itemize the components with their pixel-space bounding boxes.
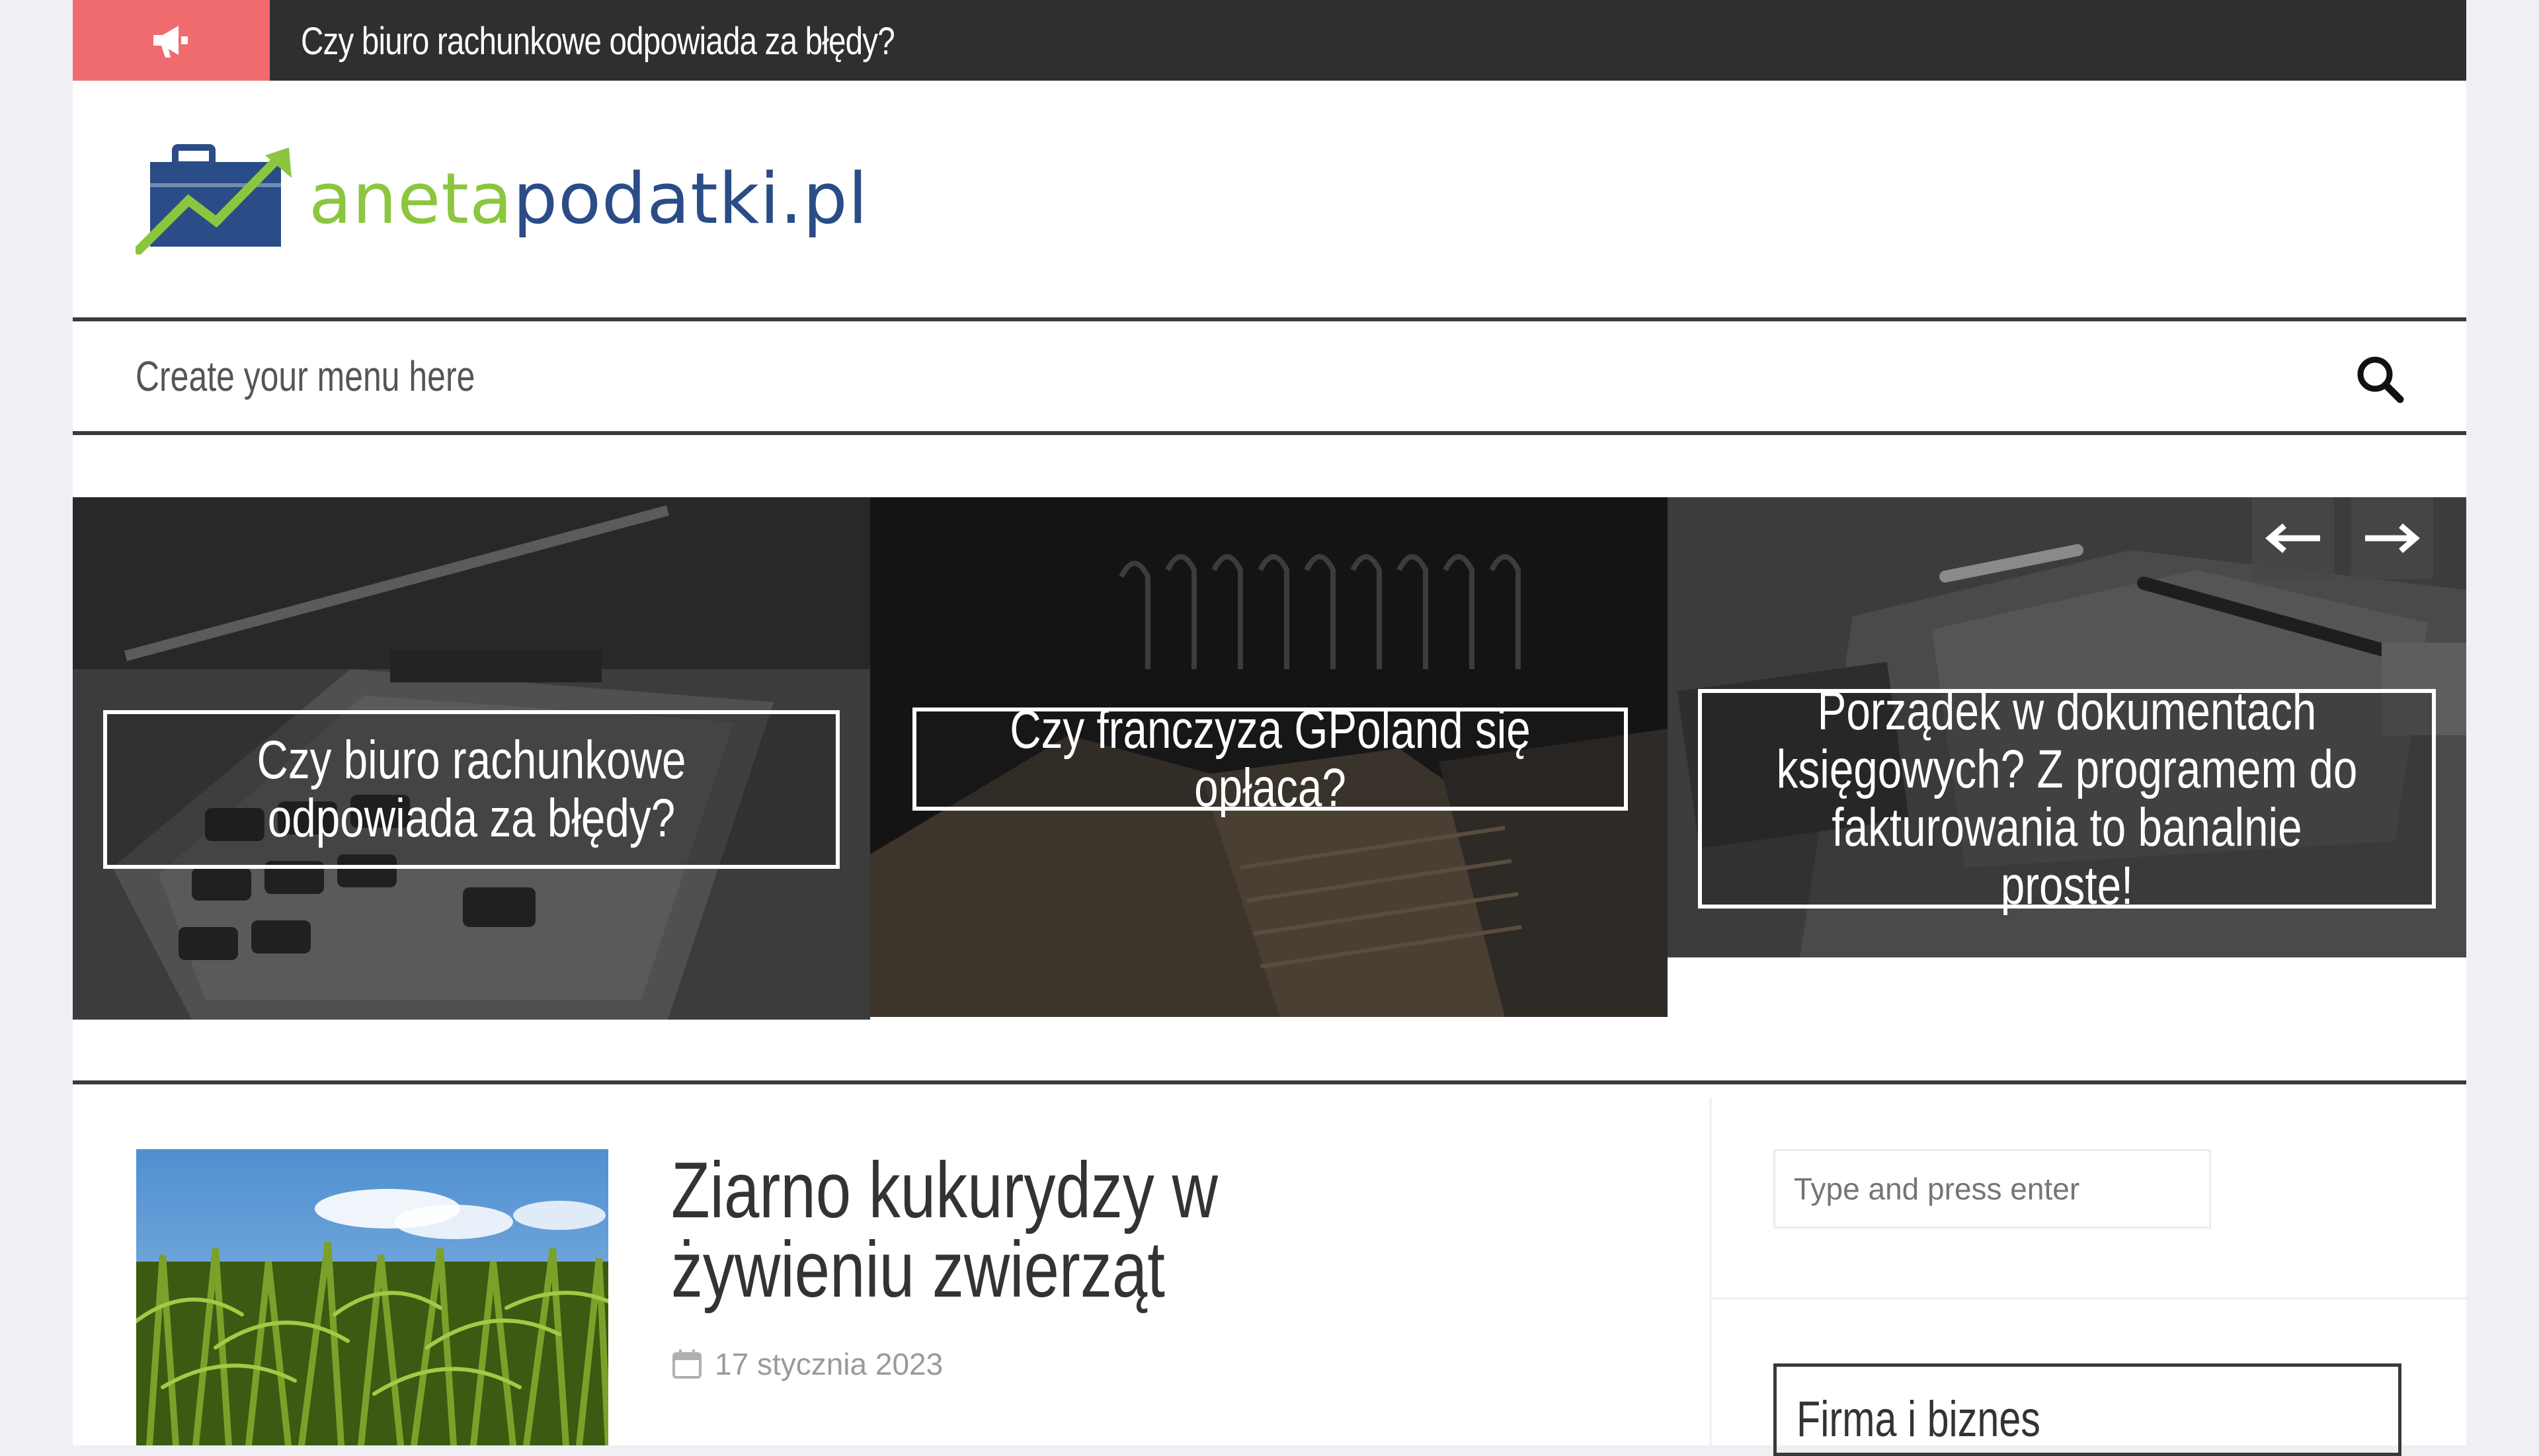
cornfield-image xyxy=(136,1149,608,1445)
slide-1-caption[interactable]: Czy biuro rachunkowe odpowiada za błędy? xyxy=(103,710,840,869)
ticker-headline-link[interactable]: Czy biuro rachunkowe odpowiada za błędy? xyxy=(301,0,895,81)
site-logo[interactable]: anetapodatki.pl xyxy=(136,136,868,261)
slide-3-caption[interactable]: Porządek w dokumentach księgowych? Z pro… xyxy=(1698,682,2436,915)
post-title-link[interactable]: Ziarno kukurydzy w żywieniu zwierząt xyxy=(671,1151,1359,1309)
slider-next-button[interactable] xyxy=(2351,497,2433,579)
sidebar-divider xyxy=(1713,1297,2466,1300)
slide-2-caption[interactable]: Czy franczyza GPoland się opłaca? xyxy=(912,701,1628,817)
post-meta-date: 17 stycznia 2023 xyxy=(671,1344,943,1385)
search-icon[interactable] xyxy=(2354,353,2407,406)
sidebar-search-input[interactable] xyxy=(1773,1149,2211,1229)
megaphone-icon xyxy=(73,0,270,81)
page: Czy biuro rachunkowe odpowiada za błędy?… xyxy=(73,0,2466,1456)
calendar-icon xyxy=(672,1350,702,1379)
post-thumbnail[interactable] xyxy=(136,1149,608,1445)
featured-slider: Czy biuro rachunkowe odpowiada za błędy? xyxy=(73,497,2466,1020)
slide-2[interactable]: Czy franczyza GPoland się opłaca? xyxy=(870,497,1668,1017)
logo-text-aneta: aneta xyxy=(309,157,513,239)
main-navigation: Create your menu here xyxy=(73,317,2466,435)
briefcase-growth-icon xyxy=(136,144,292,255)
arrow-right-icon xyxy=(2365,523,2420,553)
arrow-left-icon xyxy=(2265,523,2320,553)
news-ticker: Czy biuro rachunkowe odpowiada za błędy? xyxy=(73,0,2466,81)
menu-placeholder-link[interactable]: Create your menu here xyxy=(136,321,475,431)
logo-text-podatki: podatki.pl xyxy=(512,157,869,239)
logo-text: anetapodatki.pl xyxy=(309,158,868,239)
slider-prev-button[interactable] xyxy=(2252,497,2334,579)
sidebar-separator xyxy=(1709,1098,1712,1445)
widget-title: Firma i biznes xyxy=(1796,1391,2040,1447)
post-date-text: 17 stycznia 2023 xyxy=(715,1347,944,1381)
content-divider xyxy=(73,1080,2466,1084)
slide-1[interactable]: Czy biuro rachunkowe odpowiada za błędy? xyxy=(73,497,870,1020)
category-widget: Firma i biznes xyxy=(1773,1363,2401,1456)
slide-3[interactable]: Porządek w dokumentach księgowych? Z pro… xyxy=(1668,497,2466,957)
